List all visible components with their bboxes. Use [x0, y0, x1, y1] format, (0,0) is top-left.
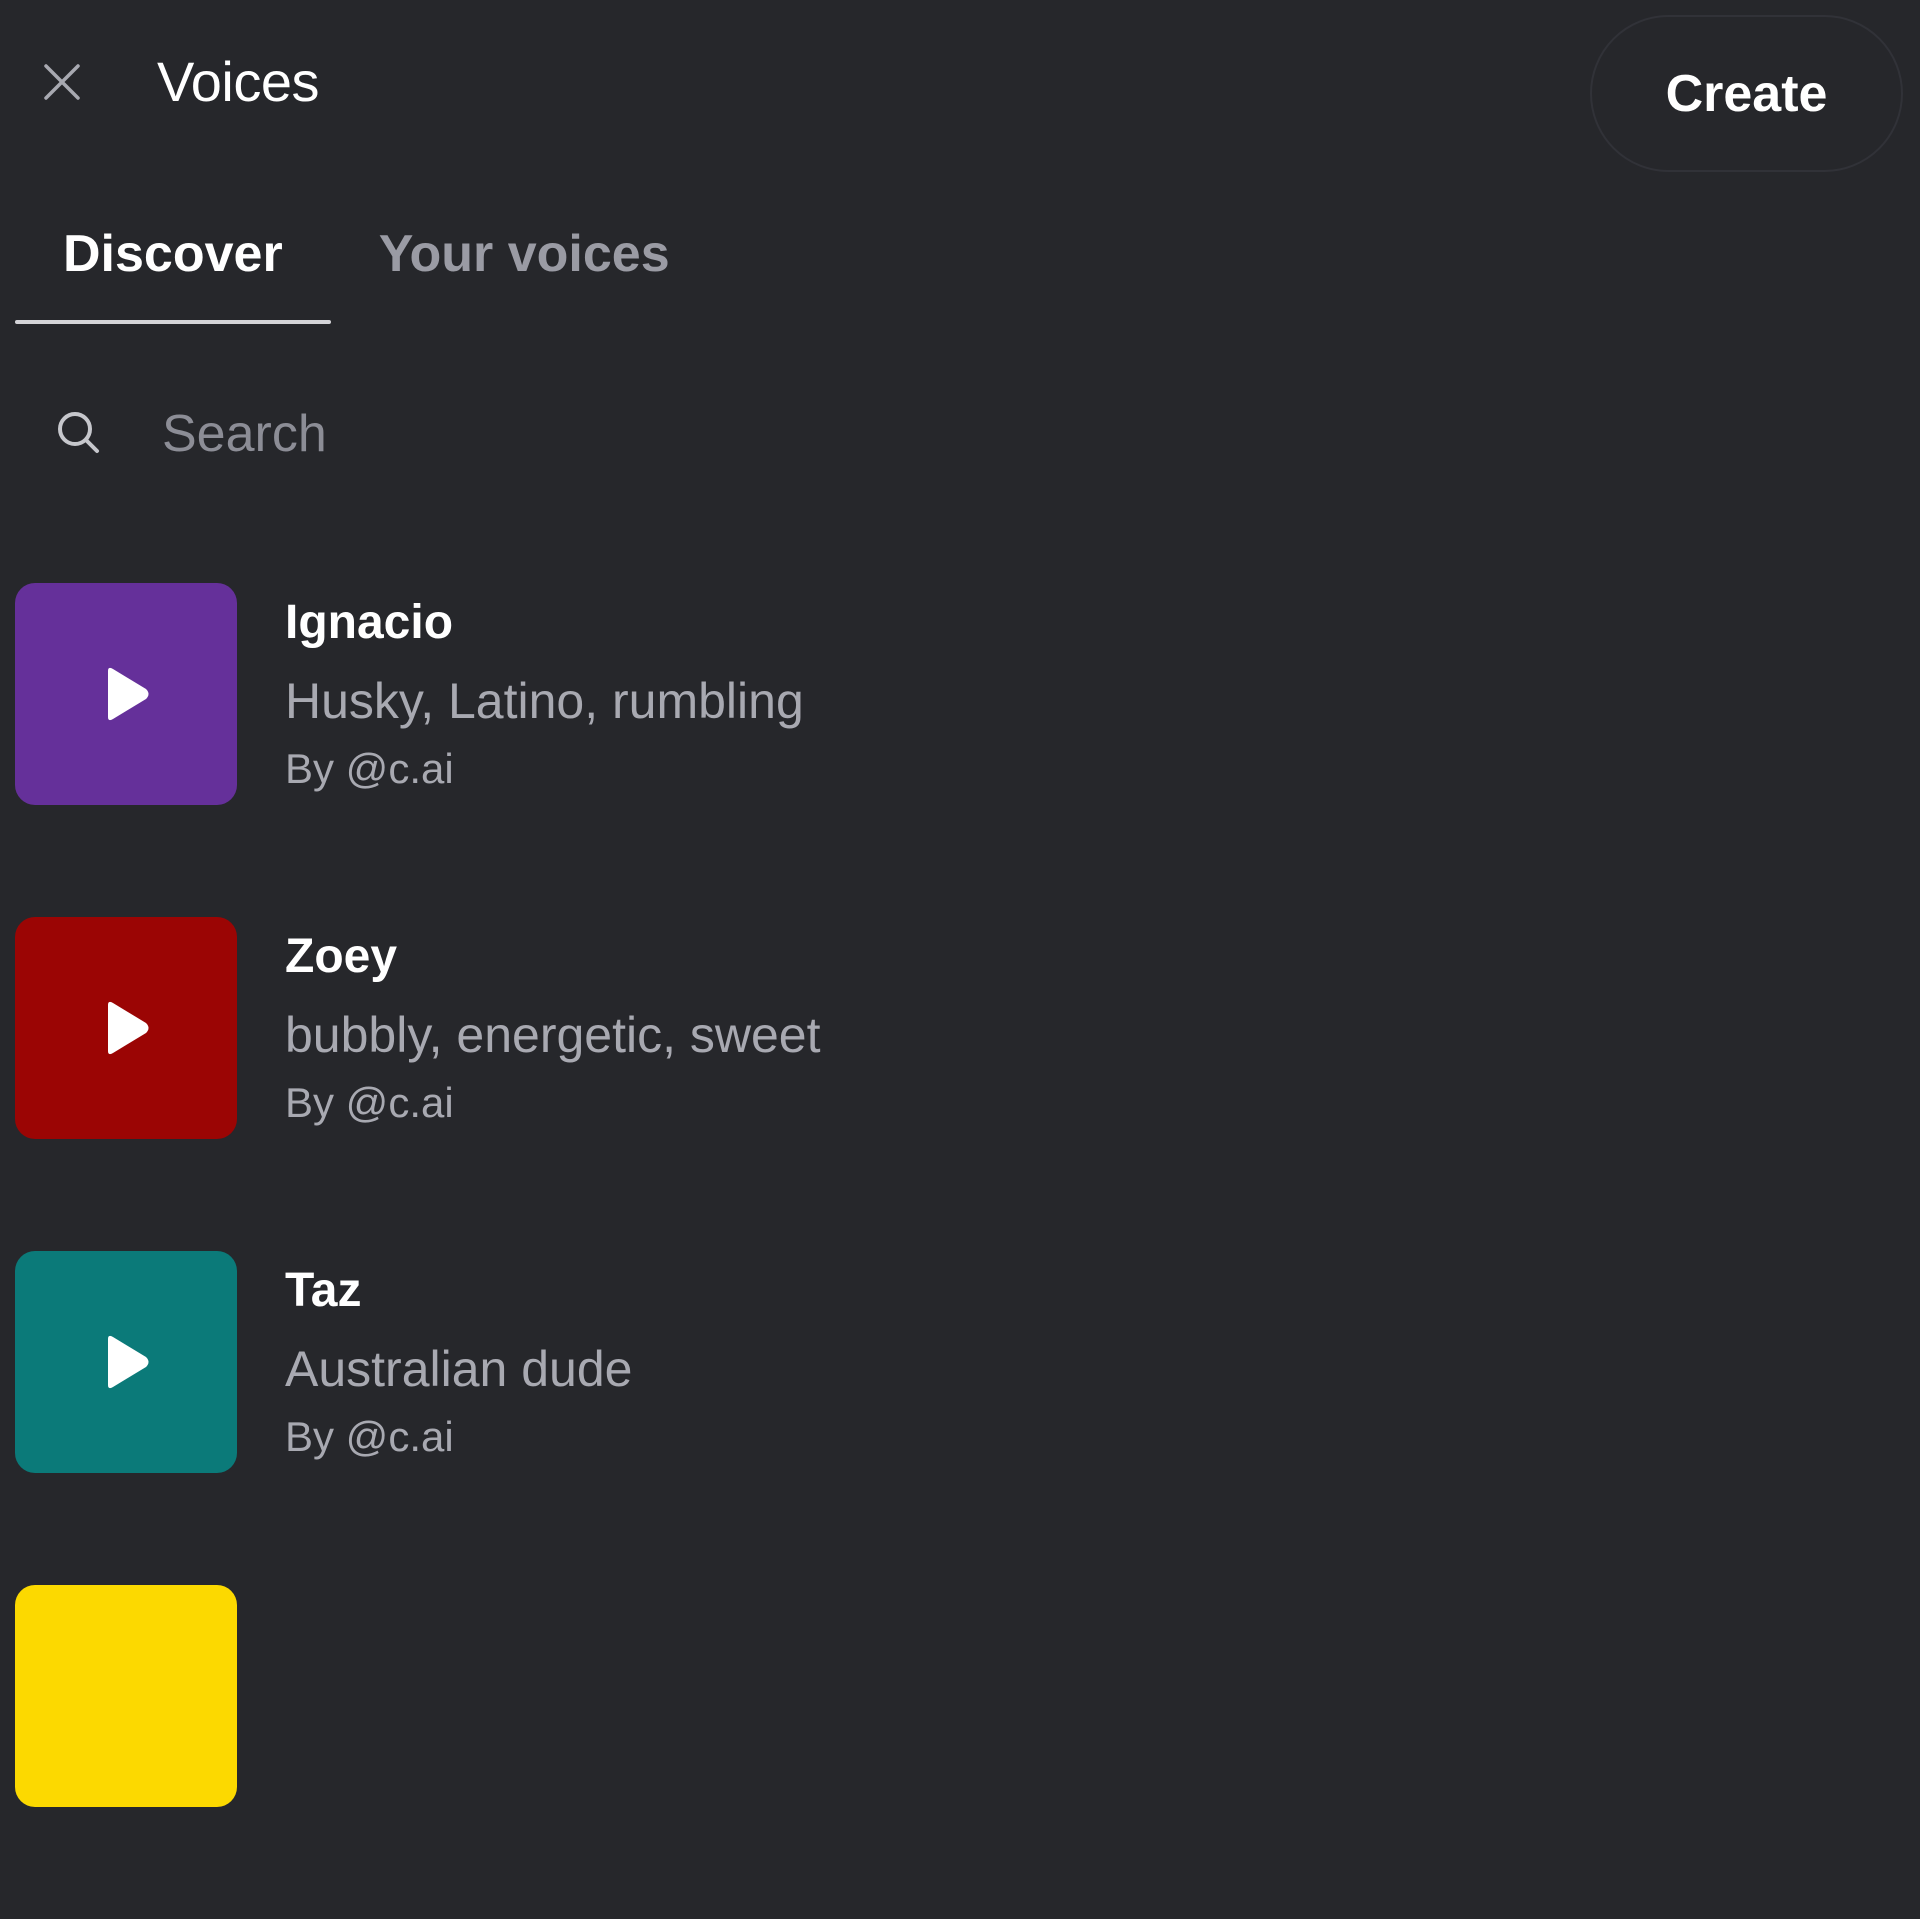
- play-icon: [108, 667, 149, 721]
- tab-your-voices[interactable]: Your voices: [331, 220, 718, 326]
- search-input[interactable]: [160, 394, 1864, 474]
- voice-item-taz[interactable]: Taz Australian dude By @c.ai: [15, 1251, 1905, 1473]
- voice-info: Taz Australian dude By @c.ai: [285, 1251, 632, 1465]
- voice-info: Ignacio Husky, Latino, rumbling By @c.ai: [285, 583, 804, 797]
- voice-play-button[interactable]: [15, 1251, 237, 1473]
- voice-author: By @c.ai: [285, 1413, 454, 1460]
- voice-name: Taz: [285, 1264, 362, 1317]
- tab-discover[interactable]: Discover: [15, 220, 331, 326]
- voice-item-zoey[interactable]: Zoey bubbly, energetic, sweet By @c.ai: [15, 917, 1905, 1139]
- play-icon: [108, 1335, 149, 1389]
- create-button[interactable]: Create: [1590, 15, 1903, 172]
- voice-play-button[interactable]: [15, 1585, 237, 1807]
- search-icon: [58, 412, 99, 453]
- voice-author: By @c.ai: [285, 745, 454, 792]
- close-icon: [44, 64, 80, 100]
- voice-description: bubbly, energetic, sweet: [285, 1007, 821, 1063]
- close-button[interactable]: [38, 58, 86, 106]
- voice-list: Ignacio Husky, Latino, rumbling By @c.ai…: [15, 583, 1905, 1919]
- tab-bar: Discover Your voices: [15, 220, 718, 326]
- play-icon: [108, 1001, 149, 1055]
- voice-info: Zoey bubbly, energetic, sweet By @c.ai: [285, 917, 821, 1131]
- voice-play-button[interactable]: [15, 583, 237, 805]
- voice-name: Ignacio: [285, 596, 454, 649]
- voice-description: Australian dude: [285, 1341, 633, 1397]
- voice-play-button[interactable]: [15, 917, 237, 1139]
- voice-item-partial[interactable]: [15, 1585, 1905, 1807]
- search-bar: [15, 380, 1905, 484]
- voice-description: Husky, Latino, rumbling: [285, 673, 804, 729]
- page-title: Voices: [157, 50, 320, 113]
- voice-item-ignacio[interactable]: Ignacio Husky, Latino, rumbling By @c.ai: [15, 583, 1905, 805]
- voice-author: By @c.ai: [285, 1079, 454, 1126]
- voice-name: Zoey: [285, 930, 398, 983]
